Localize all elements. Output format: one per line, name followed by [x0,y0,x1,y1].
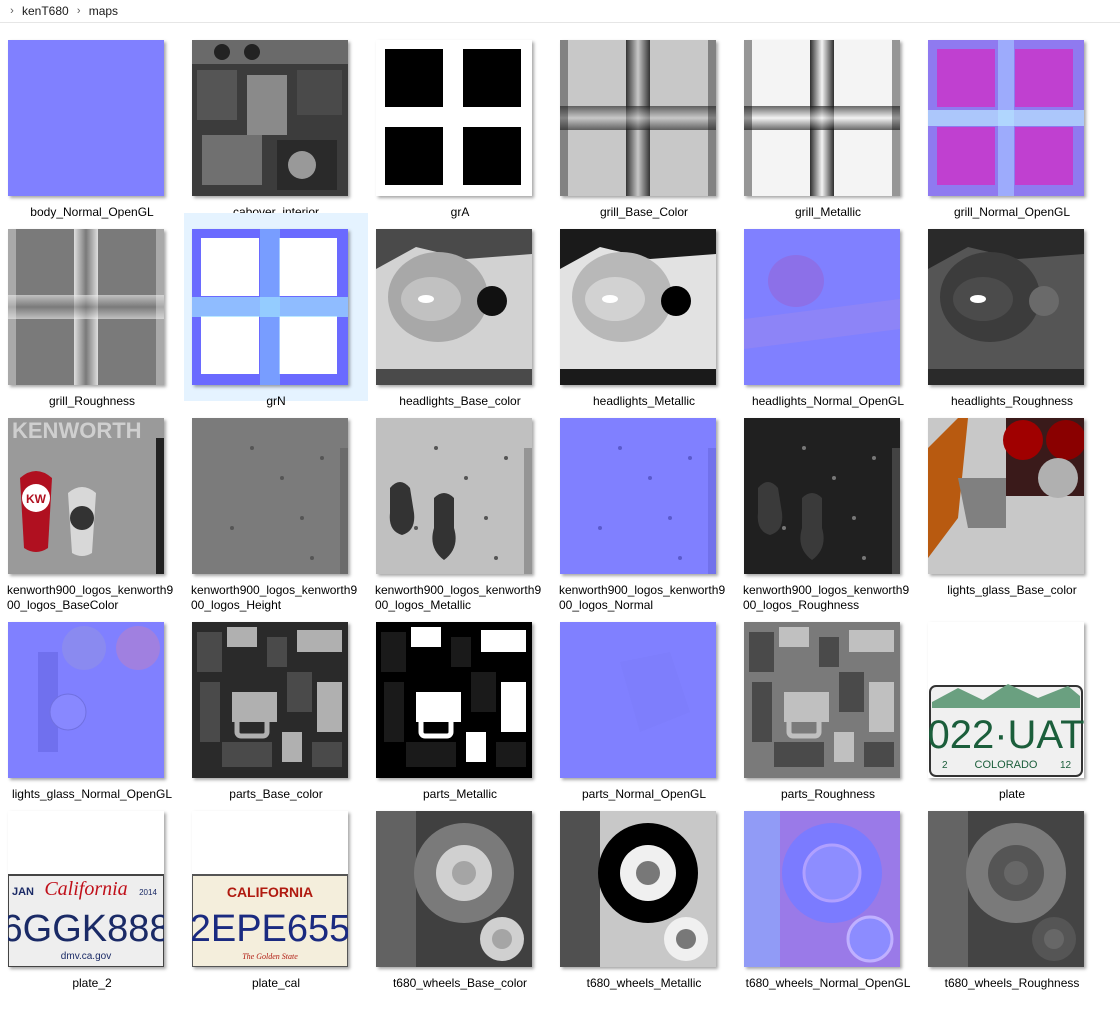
file-item[interactable]: t680_wheels_Metallic [552,795,736,990]
file-item[interactable]: grA [368,24,552,219]
file-thumbnail[interactable] [376,229,532,385]
file-item[interactable]: kenworth900_logos_kenworth900_logos_Meta… [368,402,552,612]
file-thumbnail[interactable]: JAN California 2014 6GGK888 dmv.ca.gov [8,811,164,967]
file-thumbnail[interactable] [560,40,716,196]
file-name[interactable]: t680_wheels_Normal_OpenGL [736,976,920,991]
file-item[interactable]: lights_glass_Normal_OpenGL [0,606,184,801]
file-thumbnail[interactable] [8,229,164,385]
file-thumbnail[interactable] [744,229,900,385]
file-name[interactable]: plate_2 [0,976,184,991]
file-item[interactable]: grill_Normal_OpenGL [920,24,1104,219]
file-thumbnail[interactable] [8,622,164,778]
file-thumbnail[interactable] [192,229,348,385]
file-item[interactable]: headlights_Roughness [920,213,1104,408]
file-thumbnail[interactable] [928,229,1084,385]
svg-text:The Golden State: The Golden State [242,952,298,961]
svg-text:KW: KW [26,492,47,506]
svg-text:12: 12 [1060,760,1072,771]
file-thumbnail[interactable]: KENWORTH KW [8,418,164,574]
svg-text:2014: 2014 [139,888,157,897]
svg-text:California: California [44,878,127,900]
file-name[interactable]: t680_wheels_Base_color [368,976,552,991]
file-item[interactable]: parts_Base_color [184,606,368,801]
file-thumbnail[interactable] [8,40,164,196]
file-item[interactable]: grill_Metallic [736,24,920,219]
svg-text:dmv.ca.gov: dmv.ca.gov [61,951,111,962]
file-item[interactable]: kenworth900_logos_kenworth900_logos_Heig… [184,402,368,612]
file-item[interactable]: parts_Roughness [736,606,920,801]
svg-text:6GGK888: 6GGK888 [8,908,164,950]
file-thumbnail[interactable] [376,622,532,778]
file-name[interactable]: plate_cal [184,976,368,991]
file-name[interactable]: t680_wheels_Metallic [552,976,736,991]
file-name[interactable]: lights_glass_Base_color [920,583,1104,598]
file-item[interactable]: kenworth900_logos_kenworth900_logos_Roug… [736,402,920,612]
file-item[interactable]: 022·UAT COLORADO 2 12 plate [920,606,1104,801]
file-grid: body_Normal_OpenGL cabover_interior grA … [0,0,1120,1009]
file-thumbnail[interactable] [560,811,716,967]
file-thumbnail[interactable] [560,622,716,778]
file-thumbnail[interactable] [744,418,900,574]
svg-text:022·UAT: 022·UAT [928,713,1084,757]
file-item[interactable]: KENWORTH KW kenworth900_logos_kenworth90… [0,402,184,612]
file-thumbnail[interactable] [744,811,900,967]
svg-text:JAN: JAN [12,886,34,898]
file-item[interactable]: headlights_Metallic [552,213,736,408]
file-item[interactable]: headlights_Base_color [368,213,552,408]
file-thumbnail[interactable] [560,418,716,574]
file-item[interactable]: kenworth900_logos_kenworth900_logos_Norm… [552,402,736,612]
file-item[interactable]: headlights_Normal_OpenGL [736,213,920,408]
file-item[interactable]: parts_Metallic [368,606,552,801]
svg-text:CALIFORNIA: CALIFORNIA [227,884,313,900]
svg-text:2EPE655: 2EPE655 [192,908,348,950]
file-thumbnail[interactable] [560,229,716,385]
file-thumbnail[interactable] [192,622,348,778]
file-item[interactable]: grN [184,213,368,408]
svg-text:2: 2 [942,760,948,771]
file-thumbnail[interactable] [744,40,900,196]
file-thumbnail[interactable] [928,418,1084,574]
file-thumbnail[interactable] [376,418,532,574]
svg-text:COLORADO: COLORADO [975,759,1038,771]
file-thumbnail[interactable] [928,811,1084,967]
file-thumbnail[interactable] [744,622,900,778]
file-name[interactable]: t680_wheels_Roughness [920,976,1104,991]
file-item[interactable]: cabover_interior [184,24,368,219]
file-thumbnail[interactable] [376,40,532,196]
file-item[interactable]: t680_wheels_Roughness [920,795,1104,990]
file-thumbnail[interactable]: 022·UAT COLORADO 2 12 [928,622,1084,778]
file-thumbnail[interactable] [376,811,532,967]
file-thumbnail[interactable] [192,418,348,574]
svg-text:KENWORTH: KENWORTH [12,418,142,443]
file-item[interactable]: CALIFORNIA 2EPE655 The Golden State plate… [184,795,368,990]
file-item[interactable]: grill_Base_Color [552,24,736,219]
file-item[interactable]: t680_wheels_Base_color [368,795,552,990]
file-item[interactable]: parts_Normal_OpenGL [552,606,736,801]
file-thumbnail[interactable] [192,40,348,196]
file-item[interactable]: lights_glass_Base_color [920,402,1104,602]
file-thumbnail[interactable]: CALIFORNIA 2EPE655 The Golden State [192,811,348,967]
file-item[interactable]: t680_wheels_Normal_OpenGL [736,795,920,990]
file-item[interactable]: grill_Roughness [0,213,184,408]
file-item[interactable]: body_Normal_OpenGL [0,24,184,219]
file-thumbnail[interactable] [928,40,1084,196]
file-item[interactable]: JAN California 2014 6GGK888 dmv.ca.gov pl… [0,795,184,990]
